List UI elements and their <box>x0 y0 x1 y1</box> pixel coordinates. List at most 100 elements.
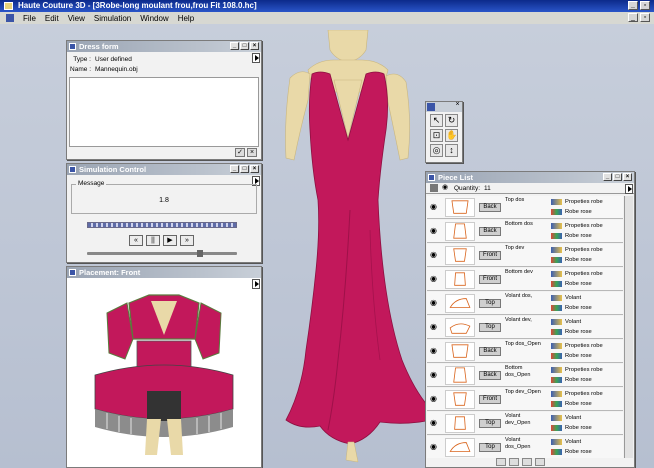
fabric-property[interactable]: Volant <box>551 413 621 423</box>
simulation-slider[interactable] <box>87 250 237 257</box>
fabric-property[interactable]: Propeties robe <box>551 221 621 231</box>
fabric-texture[interactable]: Robe rose <box>551 351 621 361</box>
palette-close-button[interactable]: × <box>453 101 462 110</box>
fabric-property[interactable]: Propeties robe <box>551 197 621 207</box>
fabric-texture[interactable]: Robe rose <box>551 375 621 385</box>
play-button[interactable]: ▶ <box>163 235 177 246</box>
visibility-icon[interactable]: ◉ <box>430 274 439 283</box>
rotate-icon[interactable]: ↻ <box>445 114 458 127</box>
piece-side-tag[interactable]: Back <box>479 371 501 380</box>
fabric-property[interactable]: Propeties robe <box>551 365 621 375</box>
piece-side-tag[interactable]: Back <box>479 203 501 212</box>
fabric-property[interactable]: Propeties robe <box>551 269 621 279</box>
piece-side-tag[interactable]: Top <box>479 443 501 452</box>
visibility-icon[interactable]: ◉ <box>430 226 439 235</box>
piece-row[interactable]: ◉ Back Bottom dos Propeties robe Robe rose <box>427 220 623 243</box>
piece-side-tag[interactable]: Top <box>479 323 501 332</box>
close-button[interactable]: × <box>250 42 259 50</box>
link-icon[interactable] <box>522 458 532 466</box>
dress-form-titlebar[interactable]: Dress form _ □ × <box>67 41 261 52</box>
piece-row[interactable]: ◉ Back Top dos Propeties robe Robe rose <box>427 196 623 219</box>
fabric-icon[interactable] <box>535 458 545 466</box>
minimize-button[interactable]: _ <box>628 1 638 10</box>
minimize-button[interactable]: _ <box>230 165 239 173</box>
rewind-button[interactable]: « <box>129 235 143 246</box>
piece-side-tag[interactable]: Top <box>479 419 501 428</box>
orbit-icon[interactable]: ◎ <box>430 144 443 157</box>
doc-minimize-button[interactable]: _ <box>628 13 638 22</box>
piece-row[interactable]: ◉ Back Top dos_Open Propeties robe Robe rose <box>427 340 623 363</box>
visibility-icon[interactable]: ◉ <box>430 298 439 307</box>
fabric-texture[interactable]: Robe rose <box>551 231 621 241</box>
placement-titlebar[interactable]: Placement: Front <box>67 267 261 278</box>
restore-button[interactable]: □ <box>240 165 249 173</box>
visibility-icon[interactable]: ◉ <box>430 370 439 379</box>
piece-side-tag[interactable]: Front <box>479 251 501 260</box>
visibility-icon[interactable]: ◉ <box>430 418 439 427</box>
fabric-texture[interactable]: Robe rose <box>551 399 621 409</box>
menu-view[interactable]: View <box>68 14 85 23</box>
pause-button[interactable]: || <box>146 235 160 246</box>
visibility-icon[interactable]: ◉ <box>430 346 439 355</box>
menu-edit[interactable]: Edit <box>45 14 59 23</box>
menu-help[interactable]: Help <box>178 14 194 23</box>
fabric-texture[interactable]: Robe rose <box>551 423 621 433</box>
piece-row[interactable]: ◉ Top Volant dev_Open Volant Robe rose <box>427 412 623 435</box>
expand-arrow-icon[interactable] <box>252 53 260 63</box>
fabric-property[interactable]: Propeties robe <box>551 341 621 351</box>
cancel-icon[interactable]: × <box>247 148 257 157</box>
move-vertical-icon[interactable]: ↕ <box>445 144 458 157</box>
piece-scrollbar[interactable] <box>624 196 633 458</box>
piece-row[interactable]: ◉ Front Bottom dev Propeties robe Robe rose <box>427 268 623 291</box>
doc-restore-button[interactable]: ▫ <box>640 13 650 22</box>
restore-button[interactable]: ▫ <box>640 1 650 10</box>
menu-file[interactable]: File <box>23 14 36 23</box>
piece-row[interactable]: ◉ Top Volant dos, Volant Robe rose <box>427 292 623 315</box>
fabric-texture[interactable]: Robe rose <box>551 327 621 337</box>
fabric-texture[interactable]: Robe rose <box>551 207 621 217</box>
dress-3d-viewport[interactable] <box>250 30 450 468</box>
check-icon[interactable]: ✓ <box>235 148 245 157</box>
piece-row[interactable]: ◉ Back Bottom dos_Open Propeties robe Robe r… <box>427 364 623 387</box>
piece-side-tag[interactable]: Front <box>479 395 501 404</box>
hand-pan-icon[interactable]: ✋ <box>445 129 458 142</box>
grid-icon[interactable] <box>430 184 438 192</box>
piece-list-titlebar[interactable]: Piece List _ □ × <box>426 172 634 183</box>
placement-view[interactable] <box>67 279 261 467</box>
visibility-icon[interactable]: ◉ <box>430 442 439 451</box>
piece-row[interactable]: ◉ Top Volant dos_Open Volant Robe rose <box>427 436 623 458</box>
eye-icon[interactable]: ◉ <box>442 184 450 192</box>
piece-row[interactable]: ◉ Top Volant dev, Volant Robe rose <box>427 316 623 339</box>
minimize-button[interactable]: _ <box>603 173 612 181</box>
minimize-button[interactable]: _ <box>230 42 239 50</box>
menu-simulation[interactable]: Simulation <box>94 14 131 23</box>
fabric-property[interactable]: Volant <box>551 437 621 447</box>
piece-side-tag[interactable]: Top <box>479 299 501 308</box>
visibility-icon[interactable]: ◉ <box>430 394 439 403</box>
slider-thumb[interactable] <box>197 250 203 257</box>
fabric-texture[interactable]: Robe rose <box>551 303 621 313</box>
zoom-region-icon[interactable]: ⊡ <box>430 129 443 142</box>
fabric-property[interactable]: Volant <box>551 317 621 327</box>
fabric-texture[interactable]: Robe rose <box>551 279 621 289</box>
expand-arrow-icon[interactable] <box>625 184 633 194</box>
simulation-titlebar[interactable]: Simulation Control _ □ × <box>67 164 261 175</box>
piece-side-tag[interactable]: Back <box>479 347 501 356</box>
undo-icon[interactable] <box>509 458 519 466</box>
restore-button[interactable]: □ <box>240 42 249 50</box>
fabric-property[interactable]: Volant <box>551 293 621 303</box>
refresh-icon[interactable] <box>496 458 506 466</box>
menu-window[interactable]: Window <box>140 14 168 23</box>
visibility-icon[interactable]: ◉ <box>430 322 439 331</box>
piece-side-tag[interactable]: Back <box>479 227 501 236</box>
restore-button[interactable]: □ <box>613 173 622 181</box>
select-arrow-icon[interactable]: ↖ <box>430 114 443 127</box>
piece-side-tag[interactable]: Front <box>479 275 501 284</box>
fabric-property[interactable]: Propeties robe <box>551 389 621 399</box>
close-button[interactable]: × <box>250 165 259 173</box>
piece-row[interactable]: ◉ Front Top dev Propeties robe Robe rose <box>427 244 623 267</box>
close-button[interactable]: × <box>623 173 632 181</box>
piece-row[interactable]: ◉ Front Top dev_Open Propeties robe Robe ros… <box>427 388 623 411</box>
fabric-property[interactable]: Propeties robe <box>551 245 621 255</box>
fabric-texture[interactable]: Robe rose <box>551 447 621 457</box>
